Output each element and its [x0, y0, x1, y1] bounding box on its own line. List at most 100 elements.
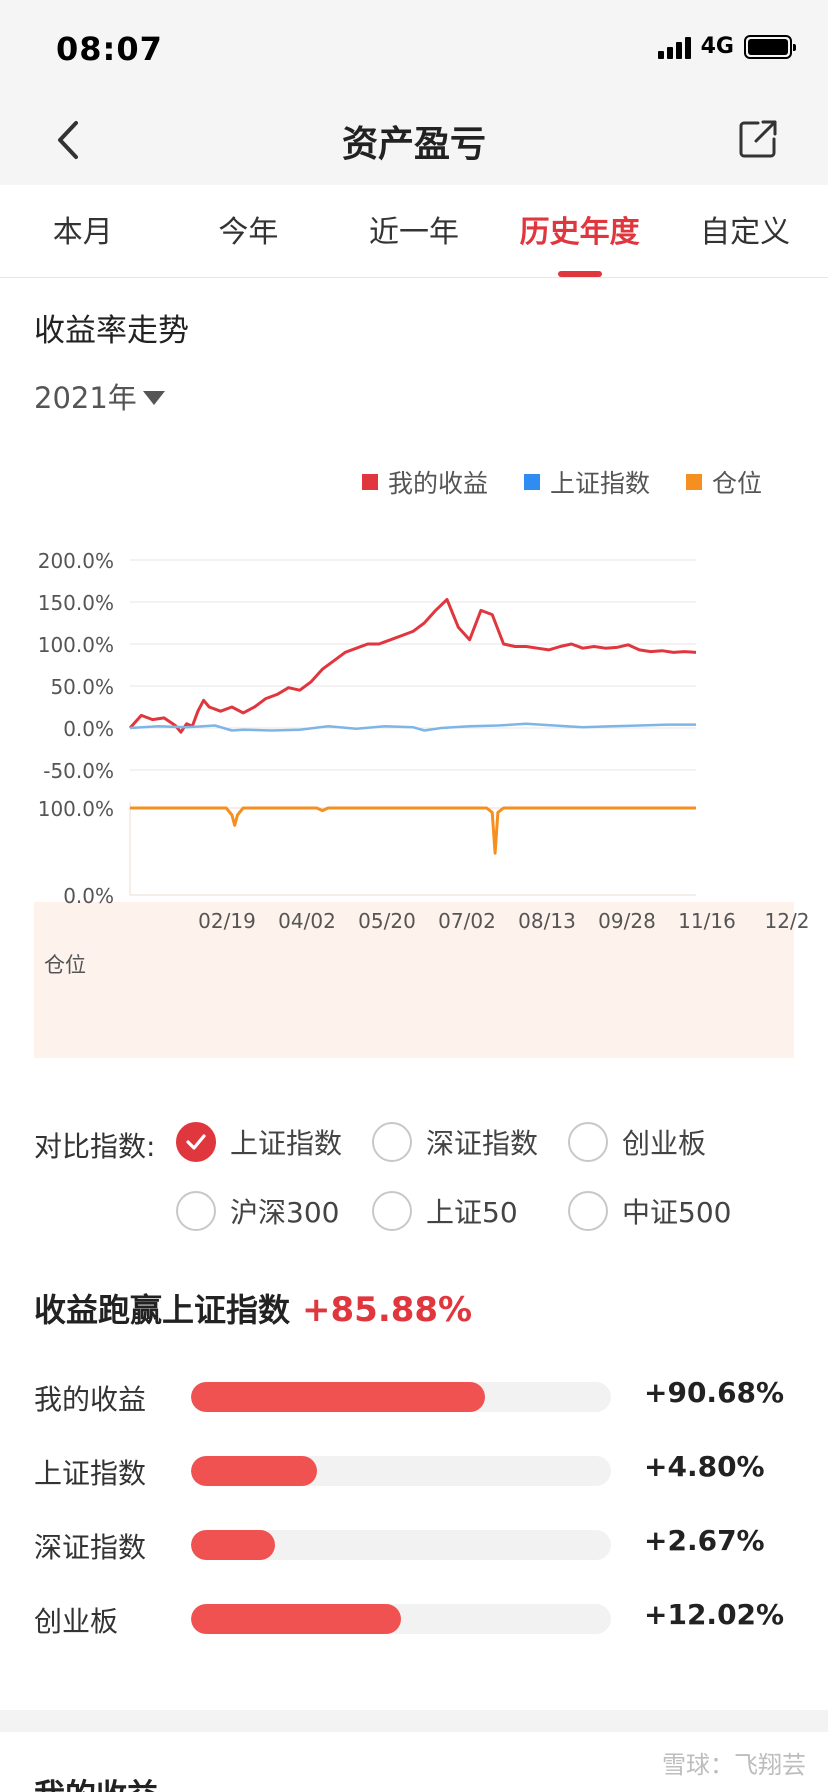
- period-tabs: 本月 今年 近一年 历史年度 自定义: [0, 185, 828, 278]
- legend-item-position: 仓位: [685, 464, 762, 500]
- tab-past-year[interactable]: 近一年: [331, 185, 497, 277]
- bar-fill: [191, 1530, 275, 1560]
- x-tick-label: 09/28: [598, 909, 656, 933]
- share-icon: [739, 120, 777, 158]
- x-tick-label: 12/2: [765, 909, 810, 933]
- position-gridlines: [129, 802, 696, 896]
- chart-legend: 我的收益 上证指数 仓位: [361, 464, 762, 500]
- legend-swatch: [685, 474, 702, 490]
- legend-item-my-return: 我的收益: [361, 464, 488, 500]
- y-tick-label: 100.0%: [38, 797, 114, 821]
- x-tick-label: 02/19: [198, 909, 256, 933]
- legend-label: 仓位: [711, 469, 762, 498]
- battery-icon: [744, 34, 796, 59]
- bar-row: 创业板 +12.02%: [34, 1592, 794, 1666]
- radio-sse-index[interactable]: 上证指数: [176, 1122, 342, 1162]
- position-axis-label: 仓位: [44, 953, 86, 977]
- chart-series: [128, 598, 697, 855]
- bar-track: [191, 1456, 611, 1486]
- year-dropdown[interactable]: 2021年: [34, 375, 165, 417]
- tab-label: 近一年: [368, 215, 459, 250]
- radio-circle-icon: [176, 1191, 216, 1231]
- y-tick-label: 150.0%: [38, 591, 114, 615]
- y-tick-label: -50.0%: [43, 759, 114, 783]
- compare-index-group: 对比指数: 上证指数 深证指数 创业板 沪深300 上证50 中证500: [34, 1110, 828, 1250]
- radio-circle-icon: [372, 1122, 412, 1162]
- radio-csi300[interactable]: 沪深300: [176, 1191, 339, 1231]
- tab-label: 自定义: [700, 215, 791, 250]
- tab-label: 本月: [52, 215, 113, 250]
- bar-label: 上证指数: [34, 1457, 147, 1490]
- tab-this-year[interactable]: 今年: [166, 185, 332, 277]
- tab-this-month[interactable]: 本月: [0, 185, 166, 277]
- tab-history-years[interactable]: 历史年度: [497, 185, 663, 277]
- chart-gridlines: [130, 559, 696, 771]
- bar-value: +90.68%: [644, 1376, 785, 1409]
- return-trend-chart[interactable]: 200.0% 150.0% 100.0% 50.0% 0.0% -50.0% 100.0%…: [0, 520, 828, 1080]
- legend-label: 我的收益: [387, 469, 488, 498]
- trend-title: 收益率走势: [34, 313, 189, 349]
- bar-value: +2.67%: [644, 1524, 765, 1557]
- bar-track: [191, 1530, 611, 1560]
- series-line: [129, 722, 696, 732]
- legend-swatch: [361, 474, 378, 490]
- tab-custom[interactable]: 自定义: [662, 185, 828, 277]
- compare-label: 对比指数:: [34, 1130, 156, 1163]
- y-tick-label: 100.0%: [38, 633, 114, 657]
- status-indicators: 4G: [657, 34, 796, 59]
- radio-label: 深证指数: [426, 1127, 539, 1160]
- signal-icon: [657, 35, 691, 59]
- radio-szse-index[interactable]: 深证指数: [372, 1122, 538, 1162]
- bar-track: [191, 1604, 611, 1634]
- bar-row: 上证指数 +4.80%: [34, 1444, 794, 1518]
- radio-label: 上证指数: [230, 1127, 343, 1160]
- y-tick-label: 200.0%: [38, 549, 114, 573]
- legend-item-sse-index: 上证指数: [523, 464, 650, 500]
- x-tick-label: 08/13: [518, 909, 576, 933]
- radio-label: 创业板: [622, 1127, 707, 1160]
- section-divider: [0, 1710, 828, 1732]
- year-value: 2021年: [34, 381, 137, 415]
- bar-label: 创业板: [34, 1605, 119, 1638]
- share-button[interactable]: [736, 117, 780, 161]
- status-bar: 08:07 4G: [0, 0, 828, 95]
- radio-circle-icon: [568, 1191, 608, 1231]
- series-line: [128, 598, 697, 734]
- y-axis-ticks: 200.0% 150.0% 100.0% 50.0% 0.0% -50.0%: [38, 549, 114, 783]
- return-comparison-bars: 我的收益 +90.68% 上证指数 +4.80% 深证指数 +2.67% 创业板…: [34, 1370, 794, 1666]
- radio-csi500[interactable]: 中证500: [568, 1191, 731, 1231]
- status-time: 08:07: [56, 30, 163, 68]
- bar-track: [191, 1382, 611, 1412]
- tab-label: 历史年度: [519, 215, 640, 250]
- radio-chinext[interactable]: 创业板: [568, 1122, 706, 1162]
- series-line: [130, 806, 696, 855]
- bar-label: 我的收益: [34, 1383, 147, 1416]
- position-y-ticks: 100.0% 0.0%: [38, 797, 114, 908]
- nav-bar: 资产盈亏: [0, 95, 828, 185]
- bar-row: 深证指数 +2.67%: [34, 1518, 794, 1592]
- bar-value: +12.02%: [644, 1598, 785, 1631]
- x-tick-label: 04/02: [278, 909, 336, 933]
- bar-label: 深证指数: [34, 1531, 147, 1564]
- watermark: 雪球：飞翔芸: [662, 1745, 806, 1780]
- tab-label: 今年: [218, 215, 279, 250]
- legend-swatch: [523, 474, 540, 490]
- x-tick-label: 07/02: [438, 909, 496, 933]
- beat-label: 收益跑赢上证指数: [34, 1291, 291, 1329]
- bar-fill: [191, 1456, 317, 1486]
- x-tick-label: 05/20: [358, 909, 416, 933]
- radio-label: 上证50: [426, 1196, 518, 1229]
- x-tick-label: 11/16: [678, 909, 736, 933]
- caret-down-icon: [142, 391, 165, 405]
- bar-value: +4.80%: [644, 1450, 765, 1483]
- beat-value: +85.88%: [302, 1290, 473, 1330]
- checked-icon: [176, 1122, 216, 1162]
- network-label: 4G: [700, 34, 734, 59]
- my-returns-title: 我的收益: [34, 1770, 158, 1792]
- radio-label: 中证500: [622, 1196, 732, 1229]
- bar-row: 我的收益 +90.68%: [34, 1370, 794, 1444]
- y-tick-label: 0.0%: [63, 884, 114, 908]
- radio-sse50[interactable]: 上证50: [372, 1191, 518, 1231]
- radio-circle-icon: [372, 1191, 412, 1231]
- watermark-text: 雪球：飞翔芸: [662, 1751, 806, 1779]
